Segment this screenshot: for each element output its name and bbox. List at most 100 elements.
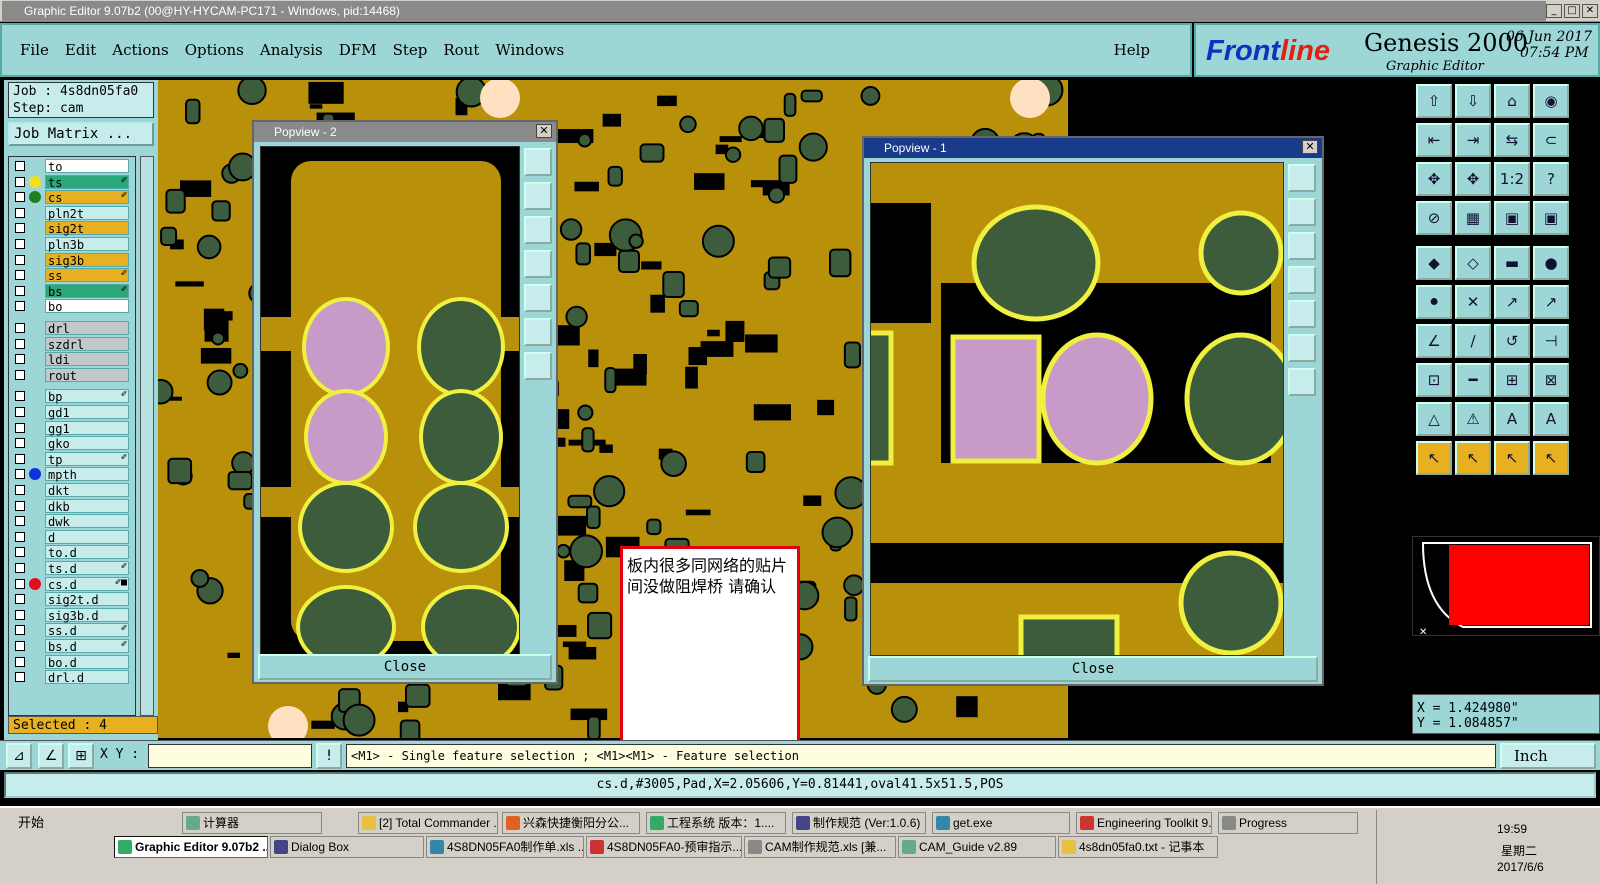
layer-checkbox[interactable] (15, 625, 25, 636)
tool-button-icon[interactable]: ⊞ (1494, 363, 1530, 397)
taskbar-item[interactable]: 工程系统 版本：1.... (646, 812, 786, 834)
layer-checkbox[interactable] (15, 438, 25, 449)
taskbar-item[interactable]: Engineering Toolkit 9.... (1076, 812, 1212, 834)
overview-map[interactable]: ✕ (1412, 536, 1600, 638)
taskbar-item[interactable]: [2] Total Commander ... (358, 812, 498, 834)
popview-1-view[interactable] (870, 162, 1284, 656)
layer-row[interactable]: bs ✐ (9, 283, 135, 299)
layer-row[interactable]: sig2t.d (9, 592, 135, 607)
tool-button-icon[interactable]: ∕ (1455, 324, 1491, 358)
tool-button-icon[interactable]: 1:2 (1494, 162, 1530, 196)
layer-checkbox[interactable] (15, 391, 25, 402)
layer-row[interactable]: sig3b (9, 252, 135, 268)
layer-row[interactable]: gko (9, 436, 135, 451)
tool-button-icon[interactable]: ━ (1455, 363, 1491, 397)
layer-checkbox[interactable] (15, 369, 25, 380)
tool-button-icon[interactable]: ⌂ (1494, 84, 1530, 118)
popview-2-view[interactable] (260, 146, 520, 670)
menu-rout[interactable]: Rout (443, 41, 479, 59)
layer-name[interactable]: sig2t.d (45, 592, 129, 607)
layer-row[interactable]: cs.d ✐■ (9, 576, 135, 592)
tool-button-icon[interactable]: ⊘ (1416, 201, 1452, 235)
snap-icon[interactable]: ⊿ (6, 743, 32, 769)
layer-name[interactable]: sig2t (45, 221, 129, 236)
layer-checkbox[interactable] (15, 578, 25, 589)
tool-button-icon[interactable]: ↖ (1455, 441, 1491, 475)
layer-name[interactable]: bp (45, 389, 129, 404)
layer-name[interactable]: pln3b (45, 237, 129, 252)
layer-name[interactable]: dkt (45, 483, 129, 498)
unit-selector[interactable]: Inch (1500, 743, 1596, 769)
layer-name[interactable]: ldi (45, 352, 129, 367)
layer-name[interactable]: dwk (45, 514, 129, 529)
layer-checkbox[interactable] (15, 223, 25, 234)
layer-row[interactable]: tp ✐ (9, 451, 135, 467)
menu-analysis[interactable]: Analysis (260, 41, 323, 59)
tool-button-icon[interactable]: ↗ (1533, 285, 1569, 319)
layer-name[interactable]: tp (45, 451, 129, 467)
layer-checkbox[interactable] (15, 338, 25, 349)
close-window-button[interactable]: ✕ (1582, 3, 1598, 18)
taskbar-item[interactable]: 制作规范 (Ver:1.0.6) (792, 812, 926, 834)
layer-checkbox[interactable] (15, 485, 25, 495)
layer-name[interactable]: ss (45, 268, 129, 283)
start-button[interactable]: 开始 (2, 812, 58, 834)
menu-windows[interactable]: Windows (495, 41, 564, 59)
tool-button-icon[interactable]: ? (1533, 162, 1569, 196)
tool-button-icon[interactable]: ⊂ (1533, 123, 1569, 157)
menu-step[interactable]: Step (393, 41, 428, 59)
taskbar-item[interactable]: 4S8DN05FA0-预审指示.... (586, 836, 742, 858)
layer-checkbox[interactable] (15, 422, 25, 433)
layer-row[interactable]: d (9, 529, 135, 545)
tool-button-icon[interactable]: ▬ (1494, 246, 1530, 280)
layer-name[interactable]: gg1 (45, 420, 129, 436)
tool-button-icon[interactable]: ▣ (1494, 201, 1530, 235)
layer-checkbox[interactable] (15, 207, 25, 218)
tool-button-icon[interactable]: ↗ (1494, 285, 1530, 319)
tool-button-icon[interactable]: ⇤ (1416, 123, 1452, 157)
layer-row[interactable]: sig3b.d (9, 607, 135, 623)
layer-name[interactable]: gko (45, 436, 129, 451)
layer-name[interactable]: bs.d (45, 639, 129, 654)
tool-button-icon[interactable]: A (1494, 402, 1530, 436)
popview-1-tool[interactable] (1288, 164, 1316, 192)
layer-row[interactable]: bp ✐ (9, 389, 135, 404)
layer-name[interactable]: ts (45, 174, 129, 190)
tool-button-icon[interactable]: ▣ (1533, 201, 1569, 235)
layer-scrollbar[interactable] (140, 156, 154, 716)
menu-actions[interactable]: Actions (112, 41, 168, 59)
tool-button-icon[interactable]: ● (1533, 246, 1569, 280)
measure-icon[interactable]: ∠ (38, 743, 64, 769)
layer-name[interactable]: to.d (45, 545, 129, 560)
layer-checkbox[interactable] (15, 500, 25, 511)
popview-2-tool[interactable] (524, 284, 552, 312)
tool-button-icon[interactable]: ✥ (1416, 162, 1452, 196)
popview-2-tool[interactable] (524, 250, 552, 278)
minimize-button[interactable]: _ (1546, 3, 1562, 18)
layer-checkbox[interactable] (15, 516, 25, 527)
layer-name[interactable]: bo.d (45, 654, 129, 670)
popview-1-tool[interactable] (1288, 368, 1316, 396)
layer-checkbox[interactable] (15, 453, 25, 464)
popview-1-tool[interactable] (1288, 232, 1316, 260)
layer-checkbox[interactable] (15, 609, 25, 620)
grid-icon[interactable]: ⊞ (68, 743, 94, 769)
layer-row[interactable]: dkb (9, 498, 135, 514)
layer-checkbox[interactable] (15, 176, 25, 187)
layer-checkbox[interactable] (15, 239, 25, 249)
tool-button-icon[interactable]: ◉ (1533, 84, 1569, 118)
layer-checkbox[interactable] (15, 531, 25, 542)
layer-row[interactable]: ldi (9, 352, 135, 367)
layer-row[interactable]: ss ✐ (9, 268, 135, 283)
layer-row[interactable]: bo.d (9, 654, 135, 670)
popview-2-tool[interactable] (524, 318, 552, 346)
layer-checkbox[interactable] (15, 407, 25, 417)
layer-row[interactable]: ts ✐ (9, 174, 135, 190)
taskbar-item[interactable]: Dialog Box (270, 836, 424, 858)
menu-help[interactable]: Help (1114, 41, 1150, 59)
popview-2-tool[interactable] (524, 182, 552, 210)
popview-2-tool[interactable] (524, 148, 552, 176)
layer-name[interactable]: mpth (45, 467, 129, 482)
layer-row[interactable]: gg1 (9, 420, 135, 436)
layer-row[interactable]: pln3b (9, 237, 135, 252)
